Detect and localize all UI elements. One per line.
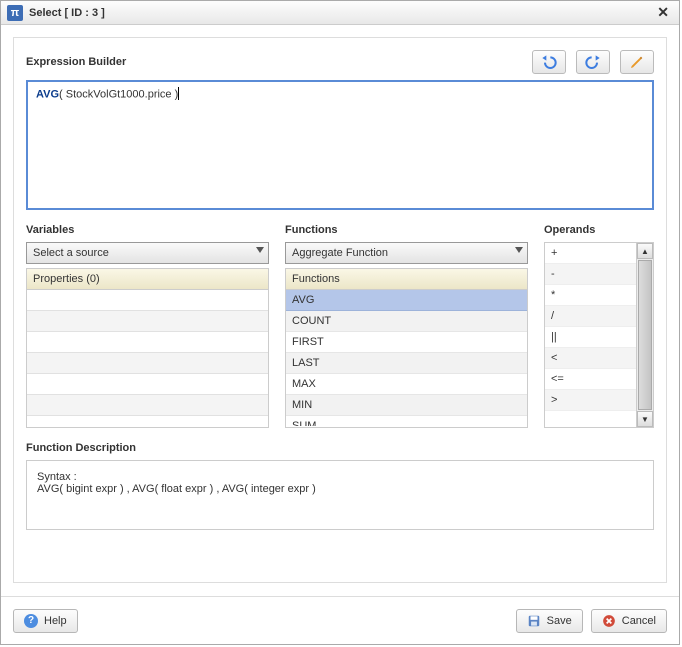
variables-label: Variables (26, 224, 269, 236)
save-label: Save (547, 615, 572, 627)
functions-label: Functions (285, 224, 528, 236)
table-row[interactable] (27, 353, 268, 374)
syntax-label: Syntax : (37, 471, 643, 483)
function-item-min[interactable]: MIN (286, 395, 527, 416)
operands-label: Operands (544, 224, 654, 236)
operand-item[interactable]: / (545, 306, 636, 327)
edit-button[interactable] (620, 50, 654, 74)
save-button[interactable]: Save (516, 609, 583, 633)
window-title: Select [ ID : 3 ] (29, 7, 653, 19)
cancel-label: Cancel (622, 615, 656, 627)
help-icon: ? (24, 614, 38, 628)
operand-item[interactable]: - (545, 264, 636, 285)
operands-list: +-*/||<<=> ▲ ▼ (544, 242, 654, 428)
scroll-up-button[interactable]: ▲ (637, 243, 653, 259)
function-item-last[interactable]: LAST (286, 353, 527, 374)
cancel-icon (602, 614, 616, 628)
help-label: Help (44, 615, 67, 627)
operand-item[interactable]: || (545, 327, 636, 348)
expression-header: Expression Builder (26, 50, 654, 74)
function-item-first[interactable]: FIRST (286, 332, 527, 353)
expr-close: ) (172, 88, 179, 100)
function-item-sum[interactable]: SUM (286, 416, 527, 426)
redo-icon (585, 54, 601, 70)
table-row[interactable] (27, 374, 268, 395)
function-description-label: Function Description (26, 442, 654, 454)
syntax-text: AVG( bigint expr ) , AVG( float expr ) ,… (37, 483, 643, 495)
help-button[interactable]: ? Help (13, 609, 78, 633)
operand-item[interactable]: * (545, 285, 636, 306)
function-description-box: Syntax : AVG( bigint expr ) , AVG( float… (26, 460, 654, 530)
expression-label: Expression Builder (26, 56, 522, 68)
pencil-icon (629, 54, 645, 70)
functions-column: Functions Aggregate Function Functions A… (285, 224, 528, 428)
functions-list: Functions AVGCOUNTFIRSTLASTMAXMINSUM (285, 268, 528, 428)
text-cursor (178, 87, 179, 100)
cancel-button[interactable]: Cancel (591, 609, 667, 633)
scroll-thumb[interactable] (638, 260, 652, 410)
chevron-down-icon (515, 247, 523, 253)
main-panel: Expression Builder AVG( StockVolGt1000.p… (13, 37, 667, 583)
operands-column: Operands +-*/||<<=> ▲ ▼ (544, 224, 654, 428)
source-select[interactable]: Select a source (26, 242, 269, 264)
source-select-value: Select a source (33, 247, 109, 259)
table-row[interactable] (27, 311, 268, 332)
undo-button[interactable] (532, 50, 566, 74)
properties-header: Properties (0) (27, 269, 268, 290)
expression-textarea[interactable]: AVG( StockVolGt1000.price ) (26, 80, 654, 210)
expr-open: ( (59, 88, 66, 100)
function-category-value: Aggregate Function (292, 247, 388, 259)
columns: Variables Select a source Properties (0) (26, 224, 654, 428)
operand-item[interactable]: + (545, 243, 636, 264)
functions-scroll[interactable]: AVGCOUNTFIRSTLASTMAXMINSUM (286, 290, 527, 426)
scrollbar[interactable]: ▲ ▼ (637, 243, 653, 427)
function-category-select[interactable]: Aggregate Function (285, 242, 528, 264)
undo-icon (541, 54, 557, 70)
scroll-down-button[interactable]: ▼ (637, 411, 653, 427)
titlebar: π Select [ ID : 3 ] ✕ (1, 1, 679, 25)
operand-item[interactable]: <= (545, 369, 636, 390)
operand-item[interactable]: < (545, 348, 636, 369)
close-icon[interactable]: ✕ (653, 4, 673, 21)
properties-rows (27, 290, 268, 416)
functions-list-header: Functions (286, 269, 527, 290)
function-description: Function Description Syntax : AVG( bigin… (26, 442, 654, 530)
save-icon (527, 614, 541, 628)
function-item-max[interactable]: MAX (286, 374, 527, 395)
dialog: π Select [ ID : 3 ] ✕ Expression Builder… (0, 0, 680, 645)
app-icon: π (7, 5, 23, 21)
function-item-avg[interactable]: AVG (286, 290, 527, 311)
redo-button[interactable] (576, 50, 610, 74)
table-row[interactable] (27, 332, 268, 353)
table-row[interactable] (27, 290, 268, 311)
expr-fn: AVG (36, 88, 59, 100)
table-row[interactable] (27, 395, 268, 416)
dialog-footer: ? Help Save Cancel (1, 596, 679, 644)
variables-column: Variables Select a source Properties (0) (26, 224, 269, 428)
function-item-count[interactable]: COUNT (286, 311, 527, 332)
operands-scroll[interactable]: +-*/||<<=> (545, 243, 637, 427)
chevron-down-icon (256, 247, 264, 253)
dialog-body: Expression Builder AVG( StockVolGt1000.p… (1, 25, 679, 596)
expr-arg: StockVolGt1000.price (66, 88, 172, 100)
operand-item[interactable]: > (545, 390, 636, 411)
properties-table: Properties (0) (26, 268, 269, 428)
